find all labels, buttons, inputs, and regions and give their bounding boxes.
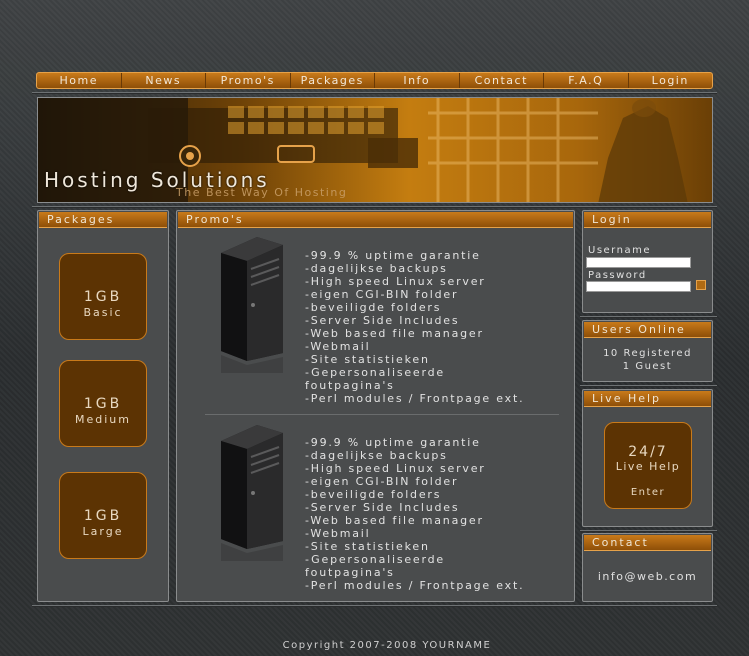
sidebar-divider	[580, 385, 717, 387]
nav-info[interactable]: Info	[375, 73, 460, 88]
promos-title: Promo's	[178, 212, 573, 228]
list-item: -Web based file manager	[305, 514, 484, 527]
top-divider	[32, 92, 717, 94]
list-item: foutpagina's	[305, 566, 395, 579]
contact-title: Contact	[584, 535, 711, 551]
nav-news[interactable]: News	[122, 73, 206, 88]
server-image	[221, 425, 283, 561]
list-item: -beveiligde folders	[305, 488, 442, 501]
registered-count: 10 Registered	[603, 348, 692, 359]
list-item: -eigen CGI-BIN folder	[305, 288, 459, 301]
main-nav: Home News Promo's Packages Info Contact …	[36, 72, 713, 89]
login-title: Login	[584, 212, 711, 228]
username-input[interactable]	[586, 257, 691, 268]
username-label: Username	[588, 245, 651, 256]
promo-divider	[205, 414, 559, 415]
list-item: -High speed Linux server	[305, 462, 486, 475]
list-item: -Perl modules / Frontpage ext.	[305, 392, 525, 405]
nav-home[interactable]: Home	[37, 73, 122, 88]
nav-packages[interactable]: Packages	[291, 73, 375, 88]
list-item: -Server Side Includes	[305, 314, 460, 327]
list-item: -Webmail	[305, 340, 371, 353]
promo-feature-list: -99.9 % uptime garantie -dagelijkse back…	[305, 249, 524, 405]
packages-panel: Packages 1GB Basic 1GB Medium 1GB Large	[37, 210, 169, 602]
package-size: 1GB	[83, 289, 123, 305]
password-label: Password	[588, 270, 647, 281]
packages-title: Packages	[39, 212, 167, 228]
live-help-title: Live Help	[584, 391, 711, 407]
nav-contact[interactable]: Contact	[460, 73, 544, 88]
list-item: -Server Side Includes	[305, 501, 460, 514]
package-basic-button[interactable]: 1GB Basic	[59, 253, 147, 340]
promos-panel: Promo's -99.9 % uptime garantie -dagelij…	[176, 210, 575, 602]
login-panel: Login Username Password	[582, 210, 713, 313]
list-item: -Gepersonaliseerde	[305, 553, 445, 566]
bottom-divider	[32, 605, 717, 607]
list-item: -Perl modules / Frontpage ext.	[305, 579, 525, 592]
promo-feature-list: -99.9 % uptime garantie -dagelijkse back…	[305, 436, 524, 592]
contact-email[interactable]: info@web.com	[583, 570, 712, 583]
package-large-button[interactable]: 1GB Large	[59, 472, 147, 559]
package-name: Medium	[75, 413, 131, 426]
list-item: -beveiligde folders	[305, 301, 442, 314]
banner-divider	[32, 206, 717, 208]
sidebar-divider	[580, 316, 717, 318]
live-help-button[interactable]: 24/7 Live Help Enter	[604, 422, 692, 509]
footer-copyright: Copyright 2007-2008 YOURNAME	[282, 640, 492, 651]
contact-panel: Contact info@web.com	[582, 533, 713, 602]
list-item: -High speed Linux server	[305, 275, 486, 288]
list-item: -Site statistieken	[305, 353, 430, 366]
live-help-enter: Enter	[630, 487, 666, 498]
guest-count: 1 Guest	[622, 361, 673, 372]
list-item: foutpagina's	[305, 379, 395, 392]
package-name: Basic	[83, 306, 123, 319]
nav-login[interactable]: Login	[629, 73, 713, 88]
list-item: -Gepersonaliseerde	[305, 366, 445, 379]
list-item: -99.9 % uptime garantie	[305, 249, 481, 262]
list-item: -Webmail	[305, 527, 371, 540]
live-help-panel: Live Help 24/7 Live Help Enter	[582, 389, 713, 527]
login-submit-button[interactable]	[696, 280, 706, 290]
nav-faq[interactable]: F.A.Q	[544, 73, 629, 88]
sidebar-divider	[580, 530, 717, 532]
banner-subtitle: The Best Way Of Hosting	[176, 186, 348, 199]
live-help-label: Live Help	[615, 460, 681, 473]
package-medium-button[interactable]: 1GB Medium	[59, 360, 147, 447]
package-size: 1GB	[83, 508, 123, 524]
package-name: Large	[82, 525, 124, 538]
list-item: -Site statistieken	[305, 540, 430, 553]
list-item: -dagelijkse backups	[305, 262, 448, 275]
list-item: -dagelijkse backups	[305, 449, 448, 462]
server-image	[221, 237, 283, 373]
header-banner: Hosting Solutions The Best Way Of Hostin…	[37, 97, 713, 203]
list-item: -eigen CGI-BIN folder	[305, 475, 459, 488]
users-online-panel: Users Online 10 Registered 1 Guest	[582, 320, 713, 382]
package-size: 1GB	[83, 396, 123, 412]
password-input[interactable]	[586, 281, 691, 292]
list-item: -99.9 % uptime garantie	[305, 436, 481, 449]
list-item: -Web based file manager	[305, 327, 484, 340]
users-online-title: Users Online	[584, 322, 711, 338]
live-help-hours: 24/7	[628, 444, 668, 460]
nav-promos[interactable]: Promo's	[206, 73, 291, 88]
